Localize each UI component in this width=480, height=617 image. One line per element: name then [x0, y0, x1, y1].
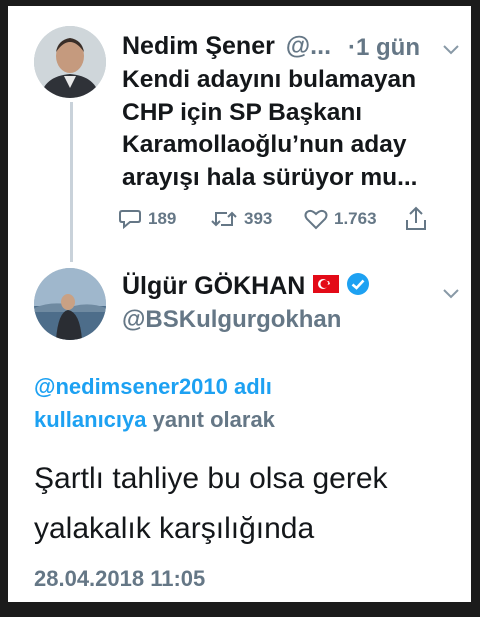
tweet-time[interactable]: ·1 gün: [348, 34, 420, 62]
avatar-ulgur-gokhan[interactable]: [34, 268, 106, 340]
tweet-text-line: Karamollaoğlu’nun aday: [122, 131, 407, 158]
tweet-text: Kendi adayını bulamayan CHP için SP Başk…: [122, 64, 417, 194]
tweet-text-line: arayışı hala sürüyor mu...: [122, 163, 418, 191]
tweet-text-line: Şartlı tahliye bu olsa gerek: [34, 462, 388, 495]
author-name[interactable]: Ülgür GÖKHAN: [122, 272, 305, 301]
person-photo-icon: [34, 26, 106, 98]
heart-icon: [304, 209, 328, 230]
author-handle[interactable]: @BSKulgurgokhan: [122, 306, 341, 334]
reply-context-link[interactable]: kullanıcıya: [34, 407, 147, 432]
reply-context-label: yanıt olarak: [152, 407, 275, 432]
tweet-card: Nedim Şener @... ·1 gün Kendi adayını bu…: [8, 6, 471, 602]
tweet-text: Şartlı tahliye bu olsa gerek yalakalık k…: [34, 454, 388, 554]
tweet-timestamp[interactable]: 28.04.2018 11:05: [34, 566, 205, 592]
reply-context: @nedimsener2010 adlı kullanıcıya yanıt o…: [34, 370, 275, 436]
reply-context-mention[interactable]: @nedimsener2010 adlı: [34, 370, 275, 403]
tweet-text-line: Kendi adayını bulamayan: [122, 66, 417, 93]
tweet-text-line: CHP için SP Başkanı: [122, 98, 363, 126]
reply-count: 189: [148, 209, 177, 228]
chevron-down-icon[interactable]: [443, 42, 459, 60]
share-icon: [406, 206, 426, 230]
avatar-nedim-sener[interactable]: [34, 26, 106, 98]
verified-badge-icon: [346, 272, 370, 301]
author-handle[interactable]: @...: [286, 32, 331, 60]
chevron-down-icon[interactable]: [443, 286, 459, 304]
like-button[interactable]: 1.763: [304, 208, 377, 230]
share-button[interactable]: [404, 206, 428, 237]
reply-button[interactable]: 189: [118, 208, 176, 230]
turkey-flag-icon: [313, 275, 340, 298]
reply-icon: [119, 210, 141, 230]
tweet-text-line: yalakalık karşılığında: [34, 512, 315, 545]
thread-connector-line: [70, 102, 73, 262]
author-name[interactable]: Nedim Şener: [122, 32, 275, 60]
retweet-icon: [211, 211, 237, 227]
person-photo-icon: [34, 268, 106, 340]
retweet-count: 393: [244, 209, 273, 228]
retweet-button[interactable]: 393: [210, 208, 272, 230]
like-count: 1.763: [334, 209, 377, 228]
